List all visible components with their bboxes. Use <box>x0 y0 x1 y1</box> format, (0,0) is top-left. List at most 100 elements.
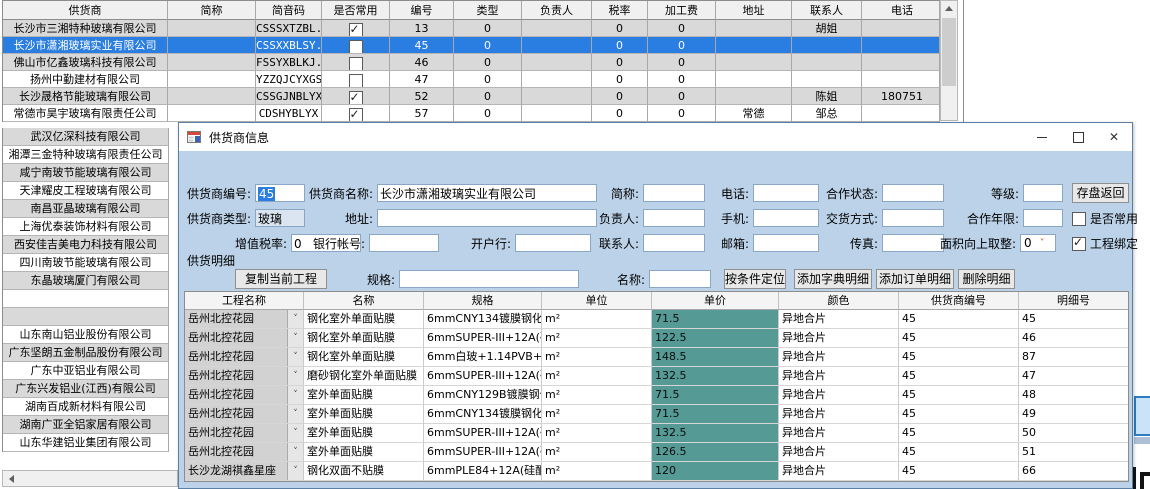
dropdown-icon[interactable]: ˅ <box>287 310 303 328</box>
col-header-tax[interactable]: 税率 <box>592 1 648 20</box>
table-vertical-scrollbar[interactable] <box>940 0 958 121</box>
cell-price[interactable]: 132.5 <box>652 367 779 386</box>
list-item[interactable]: 广东中亚铝业有限公司 <box>3 362 169 380</box>
dropdown-icon[interactable]: ˅ <box>287 329 303 347</box>
project-combo[interactable]: 岳州北控花园 <box>185 443 287 461</box>
col-header-detail-no[interactable]: 明细号 <box>1019 292 1128 310</box>
coop-years-input[interactable] <box>1023 209 1063 227</box>
dropdown-icon[interactable]: ˅ <box>287 386 303 404</box>
table-horizontal-scrollbar[interactable] <box>2 470 178 487</box>
col-header-project[interactable]: 工程名称 <box>185 292 304 310</box>
bank-input[interactable] <box>515 234 591 252</box>
col-header-phone[interactable]: 电话 <box>862 1 940 20</box>
common-checkbox[interactable] <box>349 40 363 54</box>
table-row[interactable]: 长沙市潇湘玻璃实业有限公司 CSSXXBLSY.. 45 0 0 0 <box>3 37 941 54</box>
table-row[interactable]: 常德市昊宇玻璃有限责任公司 CDSHYBLYX 57 0 0 0 常德 邹总 <box>3 105 941 122</box>
detail-row[interactable]: 岳州北控花园 ˅ 室外单面贴膜 6mmCNY134镀膜钢化 m² 71.5 异地… <box>185 405 1128 424</box>
supplier-no-input[interactable]: 45 <box>255 184 305 202</box>
dropdown-icon[interactable]: ˅ <box>287 462 303 480</box>
dialog-titlebar[interactable]: 供货商信息 ✕ <box>179 123 1132 151</box>
col-header-manager[interactable]: 负责人 <box>522 1 592 20</box>
detail-row[interactable]: 岳州北控花园 ˅ 室外单面贴膜 6mmSUPER-III+12A(硅... m²… <box>185 443 1128 462</box>
project-combo[interactable]: 岳州北控花园 <box>185 310 287 328</box>
dropdown-icon[interactable]: ˅ <box>287 405 303 423</box>
col-header-price[interactable]: 单价 <box>652 292 779 310</box>
cell-price[interactable]: 132.5 <box>652 424 779 443</box>
list-item[interactable] <box>3 308 169 326</box>
common-checkbox[interactable] <box>349 23 363 37</box>
col-header-no[interactable]: 编号 <box>390 1 454 20</box>
supplier-type-input[interactable]: 玻璃 <box>255 209 305 227</box>
dropdown-icon[interactable]: ˅ <box>287 443 303 461</box>
list-item[interactable]: 咸宁南玻节能玻璃有限公司 <box>3 164 169 182</box>
detail-row[interactable]: 岳州北控花园 ˅ 室外单面贴膜 6mmCNY129B镀膜钢化 m² 71.5 异… <box>185 386 1128 405</box>
common-checkbox[interactable] <box>349 91 363 105</box>
list-item[interactable]: 西安佳吉美电力科技有限公司 <box>3 236 169 254</box>
manager-input[interactable] <box>643 209 705 227</box>
list-item[interactable]: 湘潭三金特种玻璃有限责任公司 <box>3 146 169 164</box>
add-order-detail-button[interactable]: 添加订单明细 <box>876 269 954 289</box>
maximize-button[interactable] <box>1060 123 1096 151</box>
col-header-supplier[interactable]: 供货商 <box>3 1 168 20</box>
project-combo[interactable]: 岳州北控花园 <box>185 386 287 404</box>
col-header-fee[interactable]: 加工费 <box>648 1 716 20</box>
project-combo[interactable]: 岳州北控花园 <box>185 405 287 423</box>
list-item[interactable] <box>3 290 169 308</box>
list-item[interactable]: 山东南山铝业股份有限公司 <box>3 326 169 344</box>
project-combo[interactable]: 岳州北控花园 <box>185 367 287 385</box>
coop-status-input[interactable] <box>882 184 944 202</box>
project-combo[interactable]: 岳州北控花园 <box>185 424 287 442</box>
bank-account-input[interactable] <box>369 234 439 252</box>
list-item[interactable]: 南昌亚晶玻璃有限公司 <box>3 200 169 218</box>
add-dict-detail-button[interactable]: 添加字典明细 <box>794 269 872 289</box>
cell-price[interactable]: 71.5 <box>652 405 779 424</box>
col-header-color[interactable]: 颜色 <box>779 292 899 310</box>
cell-price[interactable]: 71.5 <box>652 386 779 405</box>
list-item[interactable]: 湖南百成新材料有限公司 <box>3 398 169 416</box>
dropdown-icon[interactable]: ˅ <box>287 424 303 442</box>
scrollbar-thumb[interactable] <box>942 18 956 86</box>
list-item[interactable]: 山东华建铝业集团有限公司 <box>3 434 169 452</box>
detail-row[interactable]: 岳州北控花园 ˅ 钢化室外单面贴膜 6mmCNY134镀膜钢化 m² 71.5 … <box>185 310 1128 329</box>
save-button[interactable]: 存盘返回 <box>1072 183 1129 203</box>
list-item[interactable]: 四川南玻节能玻璃有限公司 <box>3 254 169 272</box>
list-item[interactable]: 东晶玻璃厦门有限公司 <box>3 272 169 290</box>
col-header-type[interactable]: 类型 <box>454 1 522 20</box>
supplier-name-input[interactable]: 长沙市潇湘玻璃实业有限公司 <box>377 184 597 202</box>
scroll-up-icon[interactable] <box>941 1 957 17</box>
detail-row[interactable]: 岳州北控花园 ˅ 室外单面贴膜 6mmSUPER-III+12A(硅... m²… <box>185 424 1128 443</box>
locate-by-condition-button[interactable]: 按条件定位 <box>724 269 786 289</box>
dropdown-icon[interactable]: ˅ <box>287 348 303 366</box>
col-header-spec[interactable]: 规格 <box>424 292 542 310</box>
col-header-common[interactable]: 是否常用 <box>322 1 390 20</box>
address-input[interactable] <box>377 209 597 227</box>
cell-price[interactable]: 148.5 <box>652 348 779 367</box>
table-row[interactable]: 长沙晟格节能玻璃有限公司 CSSGJNBLYXGS 52 0 0 0 陈姐 18… <box>3 88 941 105</box>
detail-row[interactable]: 长沙龙湖祺鑫星座 ˅ 钢化双面不贴膜 6mmPLE84+12A(硅酮胶... m… <box>185 462 1128 481</box>
list-item[interactable]: 天津耀皮工程玻璃有限公司 <box>3 182 169 200</box>
col-header-abbr[interactable]: 简称 <box>168 1 256 20</box>
spec-filter-input[interactable] <box>399 270 579 288</box>
project-combo[interactable]: 岳州北控花园 <box>185 329 287 347</box>
cell-price[interactable]: 126.5 <box>652 443 779 462</box>
col-header-pycode[interactable]: 简音码 <box>256 1 322 20</box>
detail-row[interactable]: 岳州北控花园 ˅ 磨砂钢化室外单面贴膜 6mmSUPER-III+12A(硅..… <box>185 367 1128 386</box>
col-header-unit[interactable]: 单位 <box>542 292 652 310</box>
table-row[interactable]: 长沙市三湘特种玻璃有限公司 CSSSXTZBL.. 13 0 0 0 胡姐 <box>3 20 941 37</box>
copy-project-button[interactable]: 复制当前工程 <box>235 269 327 289</box>
project-combo[interactable]: 长沙龙湖祺鑫星座 <box>185 462 287 480</box>
delete-detail-button[interactable]: 删除明细 <box>958 269 1015 289</box>
common-checkbox[interactable] <box>349 57 363 71</box>
abbr-input[interactable] <box>643 184 705 202</box>
col-header-name[interactable]: 名称 <box>304 292 424 310</box>
detail-row[interactable]: 岳州北控花园 ˅ 钢化室外单面贴膜 6mm白玻+1.14PVB+6mm... m… <box>185 348 1128 367</box>
detail-row[interactable]: 岳州北控花园 ˅ 钢化室外单面贴膜 6mmSUPER-III+12A(硅... … <box>185 329 1128 348</box>
dropdown-icon[interactable]: ˅ <box>287 367 303 385</box>
common-checkbox[interactable] <box>349 108 363 122</box>
common-checkbox[interactable] <box>349 74 363 88</box>
area-round-select[interactable]: 0 ˅ <box>1020 234 1056 252</box>
contact-input[interactable] <box>643 234 705 252</box>
list-item[interactable]: 广东坚朗五金制品股份有限公司 <box>3 344 169 362</box>
col-header-supplier-no[interactable]: 供货商编号 <box>899 292 1019 310</box>
phone-input[interactable] <box>753 184 819 202</box>
